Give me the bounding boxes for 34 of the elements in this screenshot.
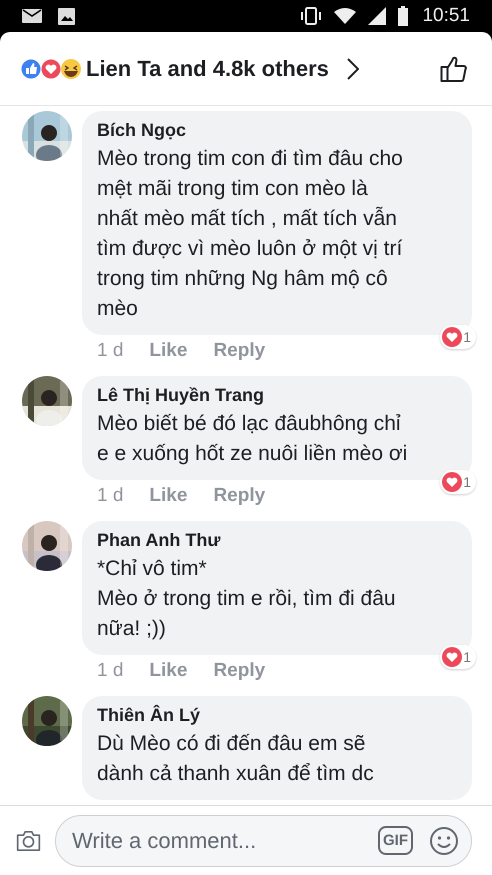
gif-button[interactable]: GIF [378,826,413,855]
mail-icon [22,9,42,23]
comment-time: 1 d [97,485,124,507]
comment-time: 1 d [97,660,124,682]
like-link[interactable]: Like [149,660,188,682]
comment-author[interactable]: Bích Ngọc [97,120,458,141]
reply-link[interactable]: Reply [213,660,266,682]
comment-text: Mèo trong tim con đi tìm đâu cho mệt mãi trong tim con mèo là nhất mèo mất tích , mất tích vẫn tìm được vì mèo luôn ở một vị trí trong tim những Ng hâm mộ cô mèo [97,146,404,322]
comment-text: Mèo biết bé đó lạc đâubhông chỉ e e xuống hốt ze nuôi liền mèo ơi [97,411,408,467]
reaction-icons [20,58,82,80]
like-link[interactable]: Like [149,340,188,362]
comment-author[interactable]: Thiên Ân Lý [97,705,458,726]
like-link[interactable]: Like [149,485,188,507]
vibrate-icon [300,7,322,25]
reply-link[interactable]: Reply [213,340,266,362]
like-button[interactable] [440,54,468,82]
reactions-summary[interactable]: Lien Ta and 4.8k others [86,56,329,82]
reaction-badge[interactable]: 1 [440,325,476,349]
wifi-icon [334,8,356,24]
comment-author[interactable]: Phan Anh Thư [97,530,458,551]
battery-icon [398,6,408,26]
image-icon [58,8,75,24]
comment-text: *Chỉ vô tim* Mèo ở trong tim e rồi, tìm đi đâu nữa! ;)) [97,556,397,642]
emoji-icon[interactable] [429,826,459,856]
reaction-badge[interactable]: 1 [440,645,476,669]
reaction-badge[interactable]: 1 [440,470,476,494]
status-time: 10:51 [422,5,470,27]
comment-input[interactable]: Write a comment... GIF [55,814,472,866]
signal-icon [368,7,386,25]
comment-text: Dù Mèo có đi đến đâu em sẽ dành cả thanh xuân để tìm dc [97,731,375,787]
reply-link[interactable]: Reply [213,485,266,507]
comment-author[interactable]: Lê Thị Huyền Trang [97,385,458,406]
comment-time: 1 d [97,340,124,362]
chevron-right-icon[interactable] [346,58,359,80]
